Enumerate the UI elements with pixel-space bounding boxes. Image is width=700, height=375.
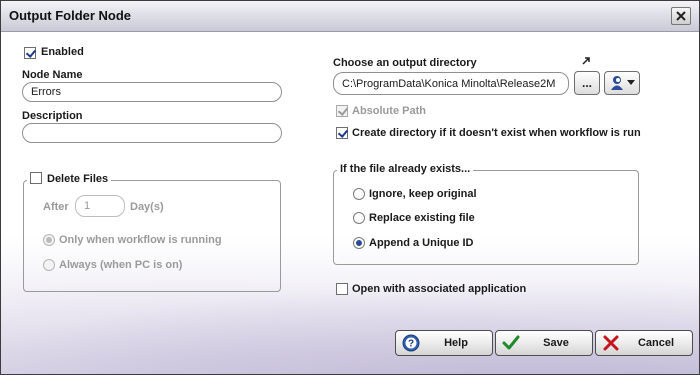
always-radio[interactable] bbox=[43, 259, 55, 271]
help-label: Help bbox=[444, 337, 468, 349]
output-folder-node-dialog: Output Folder Node Enabled Node Name Err… bbox=[0, 0, 700, 375]
variables-dropdown-button[interactable] bbox=[604, 71, 640, 95]
delete-files-checkbox[interactable] bbox=[30, 172, 42, 184]
description-input[interactable] bbox=[22, 123, 282, 143]
delete-files-legend: Delete Files bbox=[27, 172, 112, 186]
enabled-checkbox[interactable] bbox=[24, 47, 36, 59]
person-icon bbox=[610, 76, 623, 90]
node-name-label: Node Name bbox=[22, 69, 83, 81]
only-when-running-radio[interactable] bbox=[43, 234, 55, 246]
append-unique-id-label: Append a Unique ID bbox=[369, 237, 474, 249]
only-when-running-label: Only when workflow is running bbox=[59, 234, 222, 246]
x-icon bbox=[603, 335, 619, 351]
browse-label: ... bbox=[581, 76, 592, 90]
file-exists-legend: If the file already exists... bbox=[337, 163, 474, 175]
cancel-button[interactable]: Cancel bbox=[595, 330, 693, 356]
absolute-path-label: Absolute Path bbox=[352, 105, 426, 117]
replace-existing-label: Replace existing file bbox=[369, 212, 475, 224]
close-icon bbox=[676, 11, 686, 21]
days-label: Day(s) bbox=[130, 201, 164, 213]
days-input[interactable]: 1 bbox=[75, 195, 125, 217]
description-label: Description bbox=[22, 110, 83, 122]
close-button[interactable] bbox=[671, 7, 691, 25]
chevron-down-icon bbox=[626, 80, 635, 85]
ignore-keep-original-radio[interactable] bbox=[353, 188, 365, 200]
output-dir-label: Choose an output directory bbox=[333, 57, 477, 69]
open-app-checkbox[interactable] bbox=[336, 283, 348, 295]
title-bar: Output Folder Node bbox=[1, 1, 699, 32]
delete-files-label: Delete Files bbox=[47, 173, 109, 185]
always-label: Always (when PC is on) bbox=[59, 259, 183, 271]
append-unique-id-radio[interactable] bbox=[353, 237, 365, 249]
replace-existing-radio[interactable] bbox=[353, 212, 365, 224]
cancel-label: Cancel bbox=[637, 337, 675, 349]
svg-text:?: ? bbox=[408, 339, 414, 350]
save-label: Save bbox=[543, 337, 569, 349]
create-dir-label: Create directory if it doesn't exist whe… bbox=[352, 127, 641, 139]
checkmark-icon bbox=[502, 335, 520, 350]
create-dir-checkbox[interactable] bbox=[336, 127, 348, 139]
help-icon: ? bbox=[402, 334, 420, 352]
after-label: After bbox=[43, 201, 69, 213]
open-app-label: Open with associated application bbox=[352, 283, 527, 295]
node-name-input[interactable]: Errors bbox=[22, 82, 282, 102]
absolute-path-checkbox[interactable] bbox=[336, 105, 348, 117]
browse-button[interactable]: ... bbox=[574, 71, 600, 95]
dialog-body: Enabled Node Name Errors Description Del… bbox=[1, 32, 699, 374]
ignore-keep-original-label: Ignore, keep original bbox=[369, 188, 477, 200]
save-button[interactable]: Save bbox=[495, 330, 593, 356]
help-button[interactable]: ? Help bbox=[395, 330, 493, 356]
diagonal-arrow-icon[interactable] bbox=[581, 56, 591, 66]
window-title: Output Folder Node bbox=[9, 8, 132, 23]
enabled-label: Enabled bbox=[41, 46, 84, 58]
output-dir-input[interactable]: C:\ProgramData\Konica Minolta\Release2M bbox=[333, 72, 569, 95]
